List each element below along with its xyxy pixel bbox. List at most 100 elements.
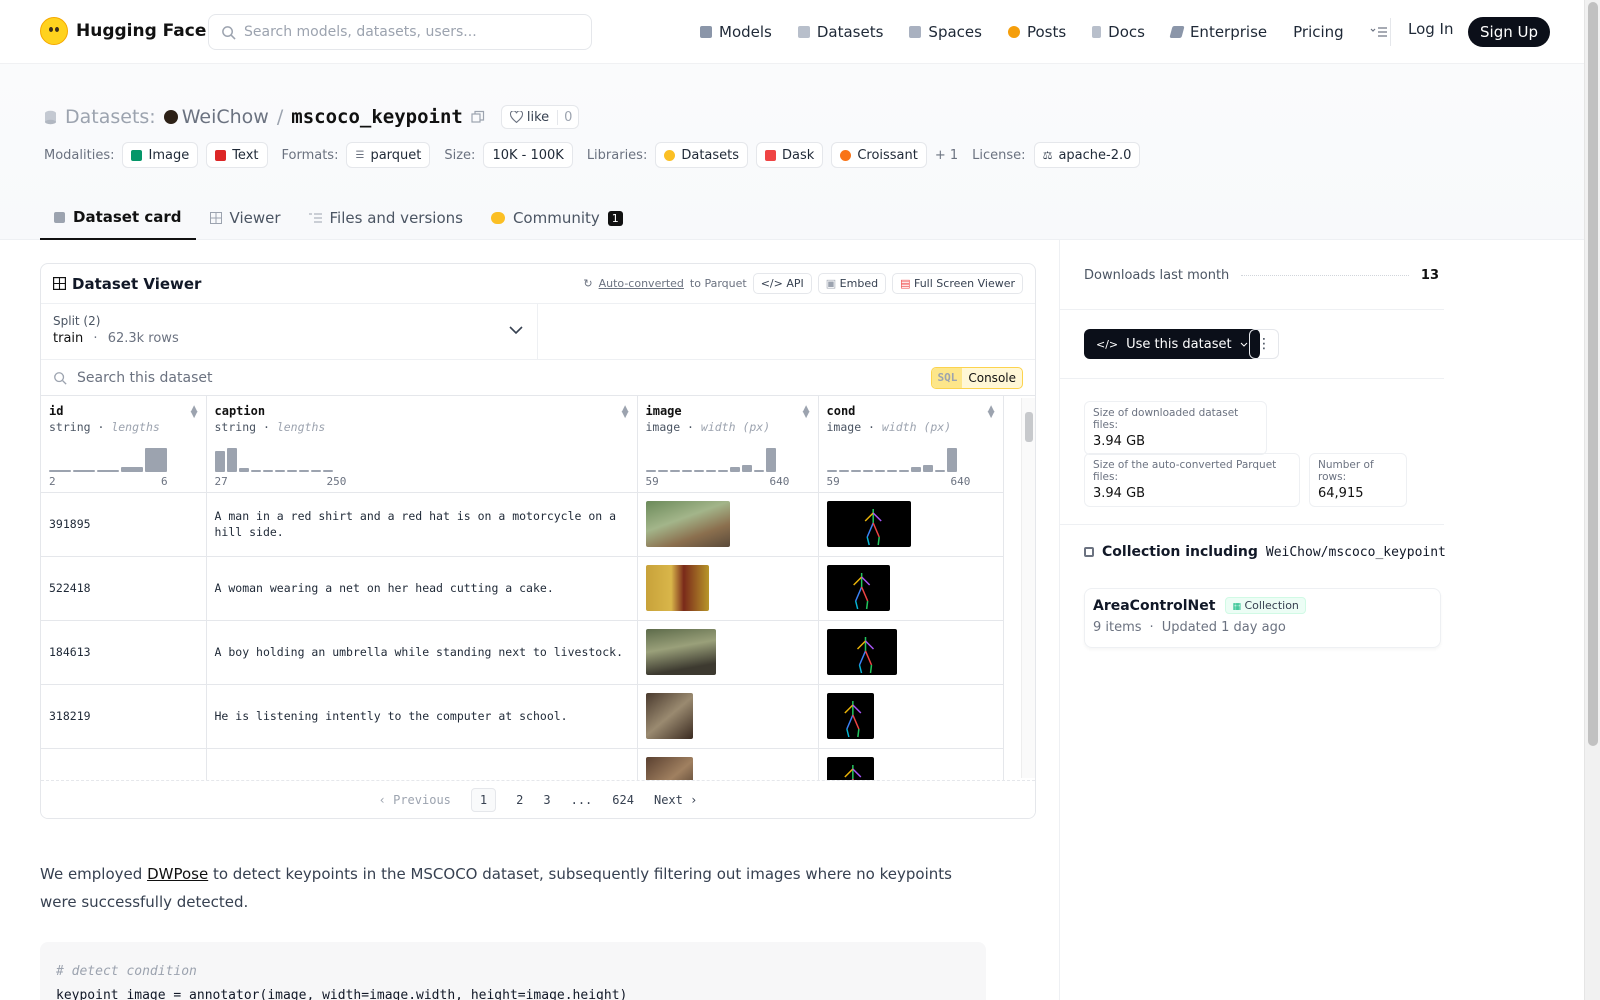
page-scrollbar[interactable] (1584, 0, 1600, 1000)
sql-console-button[interactable]: SQL Console (931, 366, 1023, 389)
copy-icon[interactable] (471, 110, 485, 124)
tab-dataset-card[interactable]: Dataset card (40, 196, 196, 240)
keypoint-limb (864, 640, 874, 650)
tag-croissant[interactable]: Croissant (831, 142, 927, 168)
nav-docs[interactable]: Docs (1092, 23, 1145, 41)
use-dataset-button[interactable]: </> Use this dataset (1084, 329, 1260, 359)
image-thumbnail[interactable] (645, 629, 716, 675)
more-options-button[interactable]: ⋮ (1249, 329, 1279, 359)
table-scrollbar[interactable] (1021, 398, 1035, 778)
viewer-title: Dataset Viewer (53, 275, 201, 293)
page-624[interactable]: 624 (612, 793, 634, 807)
page-2[interactable]: 2 (516, 793, 523, 807)
column-type: image · width (px) (826, 420, 952, 434)
page-3[interactable]: 3 (543, 793, 550, 807)
prev-page-button[interactable]: ‹ Previous (379, 793, 451, 807)
histogram-max-label: 250 (326, 474, 347, 488)
keypoint-thumbnail[interactable] (826, 629, 897, 675)
libraries-label: Libraries: (586, 147, 648, 163)
login-link[interactable]: Log In (1408, 20, 1454, 38)
parquet-size-value: 3.94 GB (1093, 486, 1146, 501)
api-button[interactable]: </> API (752, 273, 812, 294)
search-icon (222, 25, 236, 40)
sort-icon[interactable]: ▲ ▼ (622, 405, 629, 420)
tag-dask[interactable]: Dask (756, 142, 824, 168)
sidebar: Downloads last month 13 </> Use this data… (1059, 240, 1584, 1000)
libraries-more[interactable]: + 1 (935, 148, 958, 163)
image-thumbnail[interactable] (645, 501, 730, 547)
nav-enterprise[interactable]: Enterprise (1169, 23, 1267, 41)
repo-owner[interactable]: WeiChow (163, 106, 269, 128)
embed-button[interactable]: ▣ Embed (817, 273, 887, 294)
histogram-bar (214, 450, 225, 472)
repo-type-label[interactable]: Datasets: (65, 106, 156, 128)
dataset-search[interactable]: SQLConsole (41, 360, 1035, 396)
sort-icon[interactable]: ▲ ▼ (803, 405, 810, 420)
histogram-bar (934, 469, 945, 472)
repo-name[interactable]: mscoco_keypoint (291, 106, 463, 128)
next-page-button[interactable]: Next › (654, 793, 697, 807)
histogram-bar (49, 469, 71, 472)
menu-icon (1370, 27, 1387, 37)
dataset-icon (45, 110, 56, 124)
histogram-min-label: 59 (645, 474, 659, 488)
column-header-cond[interactable]: cond image · width (px) ▲ ▼ 59 640 (818, 396, 1004, 493)
page-scroll-thumb[interactable] (1588, 2, 1598, 746)
auto-converted-link[interactable]: Auto-converted (599, 277, 684, 290)
cell-caption: He is listening intently to the computer… (206, 684, 638, 749)
keypoint-thumbnail[interactable] (826, 565, 890, 611)
tag-image[interactable]: Image (122, 142, 199, 168)
sort-icon[interactable]: ▲ ▼ (988, 405, 995, 420)
column-type: string · lengths (214, 420, 326, 434)
column-header-image[interactable]: image image · width (px) ▲ ▼ 59 640 (637, 396, 819, 493)
table-row[interactable]: 391895 A man in a red shirt and a red hat… (41, 492, 1004, 557)
croissant-icon (840, 149, 852, 161)
nav-posts[interactable]: Posts (1007, 23, 1066, 41)
nav-models[interactable]: Models (700, 23, 772, 41)
collection-badge: ▦ Collection (1225, 597, 1306, 614)
sidebar-divider (1060, 309, 1444, 310)
tab-viewer[interactable]: Viewer (196, 196, 295, 240)
dwpose-link[interactable]: DWPose (147, 865, 208, 883)
tag-size[interactable]: 10K - 100K (483, 142, 573, 168)
collection-heading: Collection including WeiChow/mscoco_keyp… (1084, 544, 1446, 560)
tag-text[interactable]: Text (206, 142, 268, 168)
histogram-min-label: 59 (826, 474, 840, 488)
image-thumbnail[interactable] (645, 565, 709, 611)
table-scroll-thumb[interactable] (1025, 412, 1033, 442)
split-selector[interactable]: Split (2) train · 62.3k rows (41, 304, 538, 359)
page-1[interactable]: 1 (470, 787, 497, 812)
brand-logo[interactable]: Hugging Face (40, 17, 206, 45)
tab-files[interactable]: Files and versions (295, 196, 477, 240)
signup-button[interactable]: Sign Up (1468, 17, 1550, 47)
tag-datasets-lib[interactable]: Datasets (655, 142, 749, 168)
nav-more-menu[interactable] (1370, 26, 1388, 38)
tag-parquet[interactable]: ☰ parquet (346, 142, 431, 168)
collection-card[interactable]: AreaControlNet ▦ Collection 9 items · Updat… (1084, 588, 1441, 648)
histogram-bar (753, 469, 764, 472)
like-button[interactable]: like 0 (500, 105, 580, 129)
breadcrumb-separator: / (276, 106, 284, 128)
image-thumbnail[interactable] (645, 693, 693, 739)
global-search[interactable] (208, 14, 592, 50)
collection-icon (1084, 547, 1094, 557)
column-header-caption[interactable]: caption string · lengths ▲ ▼ 27 250 (206, 396, 638, 493)
tab-community[interactable]: Community 1 (477, 196, 637, 240)
keypoint-thumbnail[interactable] (826, 501, 911, 547)
cell-cond (818, 620, 1004, 685)
nav-pricing[interactable]: Pricing (1293, 23, 1344, 41)
collection-badge-icon: ▦ (1232, 602, 1241, 612)
nav-spaces[interactable]: Spaces (909, 23, 982, 41)
nav-datasets[interactable]: Datasets (797, 23, 883, 41)
table-row[interactable]: 522418 A woman wearing a net on her head … (41, 556, 1004, 621)
keypoint-thumbnail[interactable] (826, 693, 874, 739)
fullscreen-viewer-button[interactable]: ▤ Full Screen Viewer (892, 273, 1023, 294)
global-search-input[interactable] (244, 24, 591, 40)
tag-license[interactable]: ⚖ apache-2.0 (1033, 142, 1141, 168)
column-histogram (826, 444, 957, 472)
table-row[interactable]: 184613 A boy holding an umbrella while st… (41, 620, 1004, 685)
column-header-id[interactable]: id string · lengths ▲ ▼ 2 6 (41, 396, 207, 493)
dataset-search-input[interactable] (77, 369, 922, 386)
sort-icon[interactable]: ▲ ▼ (191, 405, 198, 420)
table-row[interactable]: 318219 He is listening intently to the co… (41, 684, 1004, 749)
